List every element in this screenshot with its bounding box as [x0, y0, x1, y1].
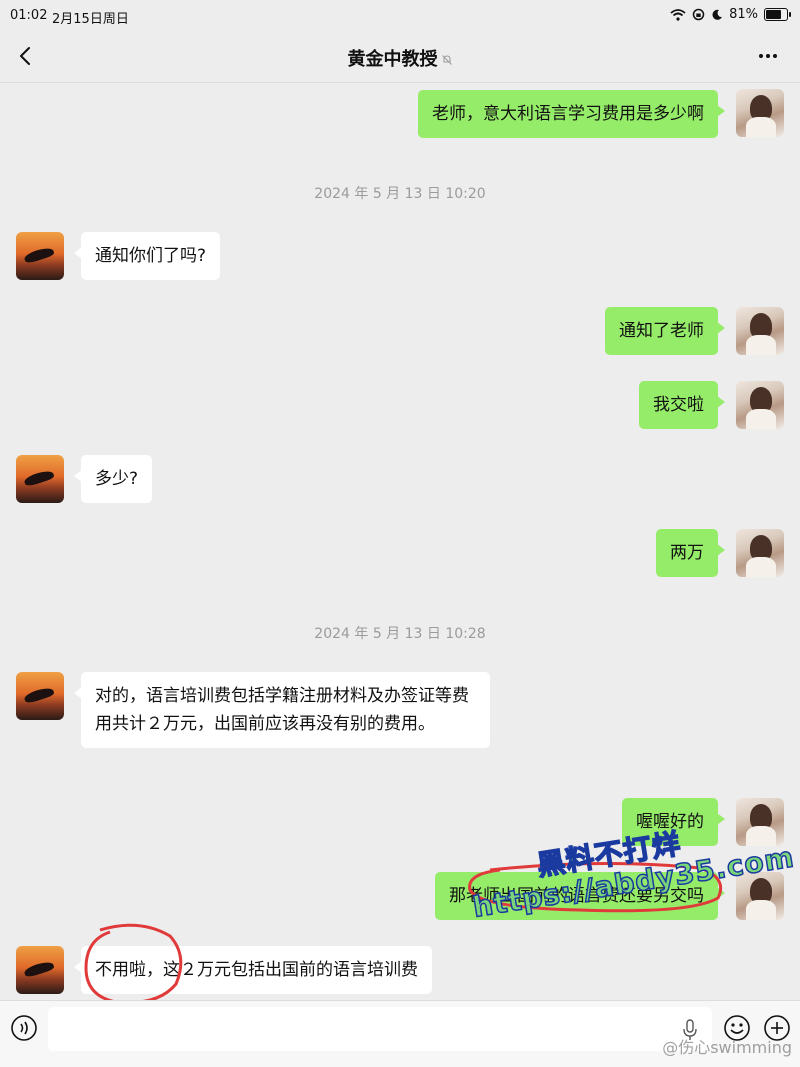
battery-icon: [764, 8, 791, 21]
more-options-icon[interactable]: [756, 44, 780, 68]
status-bar: 01:02 2月15日周日 81%: [0, 0, 800, 32]
my-avatar[interactable]: [736, 381, 784, 429]
my-message-bubble[interactable]: 通知了老师: [605, 307, 725, 355]
my-avatar[interactable]: [736, 89, 784, 137]
battery-percent: 81%: [729, 7, 758, 22]
mute-bell-icon: [441, 55, 452, 65]
contact-message-bubble[interactable]: 不用啦，这２万元包括出国前的语言培训费: [74, 946, 432, 994]
status-time: 01:02: [10, 8, 48, 23]
my-message-bubble[interactable]: 我交啦: [639, 381, 725, 429]
my-message-bubble[interactable]: 喔喔好的: [622, 798, 725, 846]
message-timestamp: 2024 年 5 月 13 日 10:28: [314, 626, 486, 642]
my-message-bubble[interactable]: 两万: [656, 529, 725, 577]
contact-message-bubble[interactable]: 对的，语言培训费包括学籍注册材料及办签证等费用共计２万元，出国前应该再没有别的费…: [74, 672, 490, 748]
my-avatar[interactable]: [736, 529, 784, 577]
message-input[interactable]: [48, 1007, 712, 1051]
my-avatar[interactable]: [736, 798, 784, 846]
moon-icon: [712, 9, 723, 20]
contact-message-bubble[interactable]: 通知你们了吗?: [73, 232, 221, 280]
contact-avatar[interactable]: [16, 455, 64, 503]
my-message-bubble[interactable]: 老师，意大利语言学习费用是多少啊: [418, 90, 725, 138]
rotation-lock-icon: [692, 8, 705, 21]
message-timestamp: 2024 年 5 月 13 日 10:20: [314, 186, 486, 202]
contact-avatar[interactable]: [16, 946, 64, 994]
contact-avatar[interactable]: [16, 672, 64, 720]
wifi-icon: [670, 8, 686, 21]
contact-message-bubble[interactable]: 多少?: [73, 455, 153, 503]
weibo-watermark: @伤心swimming: [662, 1038, 792, 1057]
chat-title: 黄金中教授: [347, 49, 438, 70]
my-avatar[interactable]: [736, 307, 784, 355]
status-date: 2月15日周日: [52, 12, 129, 27]
chat-header: 黄金中教授: [0, 32, 800, 83]
status-icons: 81%: [670, 7, 791, 22]
contact-avatar[interactable]: [16, 232, 64, 280]
my-avatar[interactable]: [736, 872, 784, 920]
chat-title-wrap: 黄金中教授: [0, 45, 800, 71]
my-message-bubble[interactable]: 那老师出国前的语言费还要另交吗: [435, 872, 725, 920]
voice-input-icon[interactable]: [10, 1014, 38, 1042]
